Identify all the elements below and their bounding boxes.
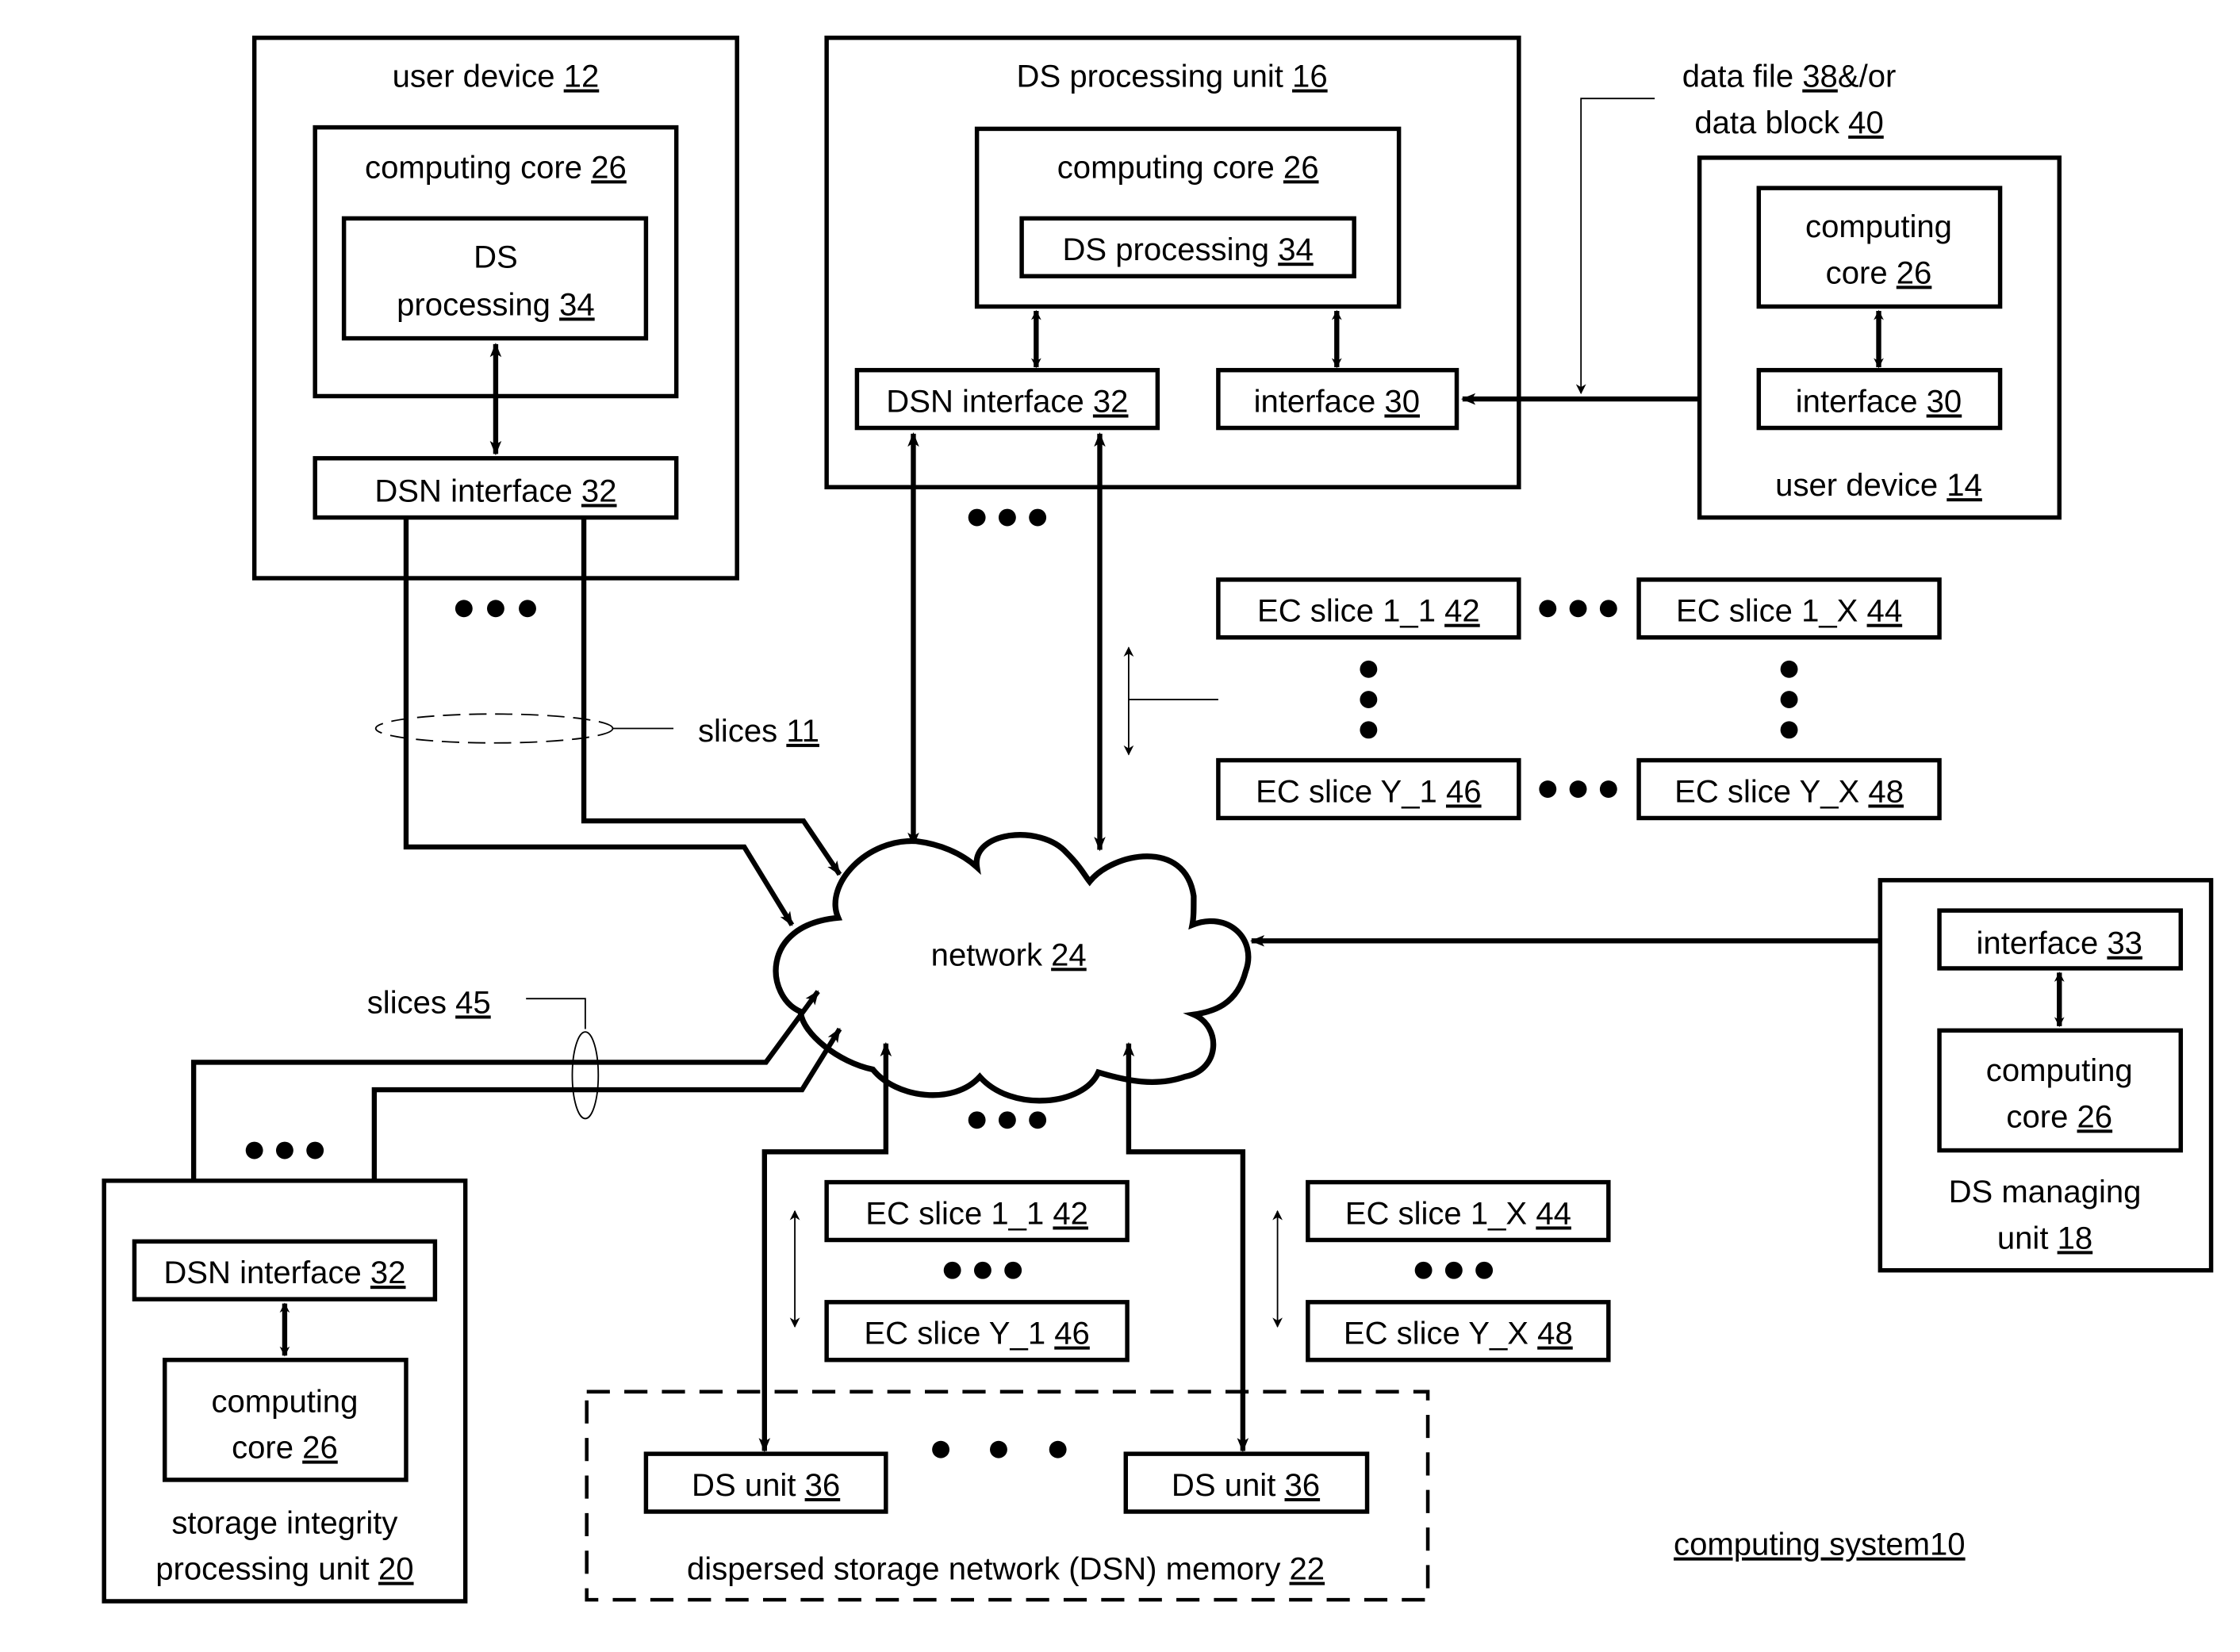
ec-slice-grid: EC slice 1_1 42 EC slice 1_X 44 EC slice… [1123,577,1942,821]
ds-processing-label-line1: DS [474,240,518,274]
ellipsis-dots [455,600,536,618]
slices-45-bundle-marker [571,1031,600,1120]
interface-30-label: interface 30 [1796,385,1962,420]
interface-33-label: interface 33 [1977,926,2142,961]
user-device-14: computing core 26 interface 30 user devi… [1697,155,2062,520]
slices-45-leader [526,998,586,1029]
data-file-leader [1575,98,1655,395]
ellipsis-dots [932,1440,1067,1458]
ds-processing-label-line2: processing 34 [397,287,595,322]
dsn-interface-label: DSN interface 32 [163,1255,405,1290]
ellipsis-dots [245,1141,324,1159]
ds-managing-unit-title-line1: DS managing [1949,1175,2142,1209]
dsn-memory-22: DS unit 36 DS unit 36 dispersed storage … [585,1389,1430,1602]
ellipsis-dots [968,1111,1047,1129]
ds-unit-slices-right: EC slice 1_X 44 EC slice Y_X 48 [1272,1179,1611,1363]
figure-caption: computing system10 [1674,1527,1966,1562]
ds-unit-label: DS unit 36 [1172,1468,1320,1503]
ec-slice-label: EC slice 1_X 44 [1676,594,1902,629]
interface-30-label: interface 30 [1254,385,1420,420]
ds-processing-label: DS processing 34 [1062,232,1313,267]
storage-integrity-title-line2: processing unit 20 [155,1552,413,1587]
slices-45-label: slices 45 [367,985,491,1020]
slices-11-label: slices 11 [698,714,819,749]
network-label: network 24 [931,937,1087,972]
computing-core-label: computing core 26 [365,150,627,185]
computing-core-label-line2: core 26 [232,1431,338,1466]
ec-slice-label: EC slice Y_X 48 [1344,1317,1573,1351]
ec-slice-label: EC slice Y_X 48 [1674,774,1904,809]
computing-system-diagram: user device 12 computing core 26 DS proc… [102,35,2214,1604]
ec-slice-label: EC slice Y_1 46 [1256,774,1481,809]
dsn-interface-label: DSN interface 32 [374,473,616,508]
computing-core-label-line2: core 26 [1826,255,1932,290]
ellipsis-dots [1414,1261,1494,1279]
user-device-12-title: user device 12 [393,59,600,94]
storage-integrity-processing-unit-20: DSN interface 32 computing core 26 stora… [102,1179,468,1604]
ds-managing-unit-18: interface 33 computing core 26 DS managi… [1878,878,2214,1273]
data-block-label: data block 40 [1694,105,1883,140]
ds-processing-unit-16: DS processing unit 16 computing core 26 … [824,35,1521,489]
computing-core-label: computing core 26 [1057,150,1319,185]
dsn-memory-title: dispersed storage network (DSN) memory 2… [687,1552,1325,1587]
ds-processing-unit-16-title: DS processing unit 16 [1017,59,1328,94]
ellipsis-dots [968,508,1047,527]
ec-slice-label: EC slice Y_1 46 [864,1317,1089,1351]
link-ds-unit-network-b [1122,1041,1249,1453]
computing-core-label-line1: computing [211,1384,358,1419]
ds-managing-unit-title-line2: unit 18 [1997,1221,2092,1255]
computing-core-label-line1: computing [1805,209,1952,244]
storage-integrity-title-line1: storage integrity [171,1505,397,1540]
ds-unit-slices-left: EC slice 1_1 42 EC slice Y_1 46 [789,1179,1130,1363]
ellipsis-dots [943,1261,1022,1279]
ec-slice-label: EC slice 1_1 42 [1257,594,1480,629]
ds-unit-label: DS unit 36 [692,1468,840,1503]
link-ds-unit-network-a [758,1041,892,1453]
dsn-interface-label: DSN interface 32 [886,385,1128,420]
ec-slice-label: EC slice 1_1 42 [865,1196,1088,1231]
data-file-label: data file 38&/or [1682,59,1897,94]
ec-slice-label: EC slice 1_X 44 [1345,1196,1571,1231]
network-24: network 24 [773,832,1252,1104]
slices-11-bundle-marker [374,713,614,744]
user-device-12: user device 12 computing core 26 DS proc… [251,35,739,581]
computing-core-label-line2: core 26 [2006,1099,2112,1134]
user-device-14-title: user device 14 [1775,468,1982,503]
computing-core-label-line1: computing [1986,1053,2133,1088]
